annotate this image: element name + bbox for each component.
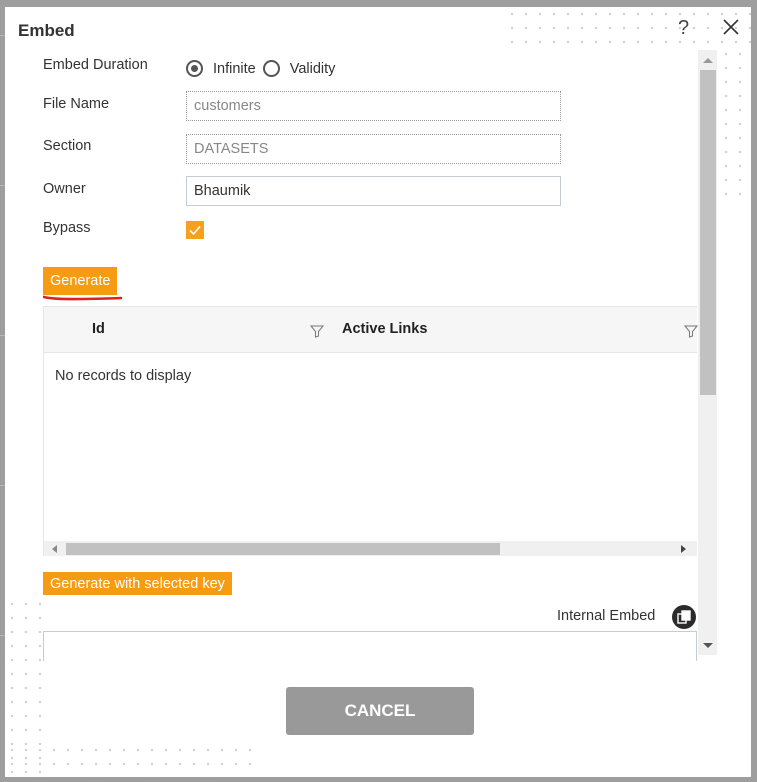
filter-icon[interactable] (310, 324, 324, 338)
file-name-field[interactable]: customers (186, 91, 561, 121)
scroll-up-arrow-icon[interactable] (703, 58, 713, 63)
section-label: Section (43, 138, 92, 154)
horizontal-scrollbar[interactable] (44, 541, 697, 556)
column-header-id[interactable]: Id (92, 321, 105, 337)
vertical-scrollbar[interactable] (698, 50, 717, 655)
dialog-title: Embed (18, 21, 75, 40)
links-grid: Id Active Links No records to display (43, 306, 698, 556)
scroll-left-arrow-icon[interactable] (52, 545, 57, 553)
filter-icon[interactable] (684, 324, 698, 338)
vertical-scroll-thumb[interactable] (700, 70, 716, 395)
generate-button[interactable]: Generate (43, 267, 118, 295)
grid-header: Id Active Links (44, 306, 698, 353)
scroll-down-arrow-icon[interactable] (703, 643, 713, 648)
internal-embed-label: Internal Embed (557, 608, 656, 624)
section-field[interactable]: DATASETS (186, 134, 561, 164)
radio-validity[interactable] (262, 60, 280, 77)
red-underline-annotation (43, 295, 123, 301)
bypass-checkbox[interactable] (186, 221, 204, 239)
internal-embed-textarea[interactable] (43, 631, 697, 661)
bypass-label: Bypass (43, 220, 91, 236)
radio-infinite[interactable] (186, 60, 203, 77)
close-icon[interactable] (721, 17, 741, 37)
question-mark-icon[interactable]: ? (678, 17, 689, 40)
radio-validity-label[interactable]: Validity (290, 61, 336, 77)
empty-grid-message: No records to display (55, 368, 192, 384)
file-name-label: File Name (43, 96, 110, 112)
cancel-button[interactable]: CANCEL (286, 687, 474, 735)
scroll-right-arrow-icon[interactable] (681, 545, 686, 553)
owner-label: Owner (43, 181, 86, 197)
embed-duration-radio-group: Infinite Validity (186, 60, 342, 77)
horizontal-scroll-thumb[interactable] (66, 543, 500, 555)
decorative-dots (505, 7, 751, 50)
column-header-active-links[interactable]: Active Links (342, 321, 427, 337)
embed-dialog: Embed ? Embed Duration Infinite Validity… (5, 7, 751, 777)
owner-field[interactable]: Bhaumik (186, 176, 561, 206)
embed-duration-label: Embed Duration (43, 57, 148, 73)
generate-with-selected-key-button[interactable]: Generate with selected key (43, 572, 232, 595)
radio-infinite-label[interactable]: Infinite (213, 61, 256, 77)
copy-icon[interactable] (672, 605, 696, 629)
decorative-dots (5, 743, 253, 777)
checkmark-icon (189, 225, 201, 236)
